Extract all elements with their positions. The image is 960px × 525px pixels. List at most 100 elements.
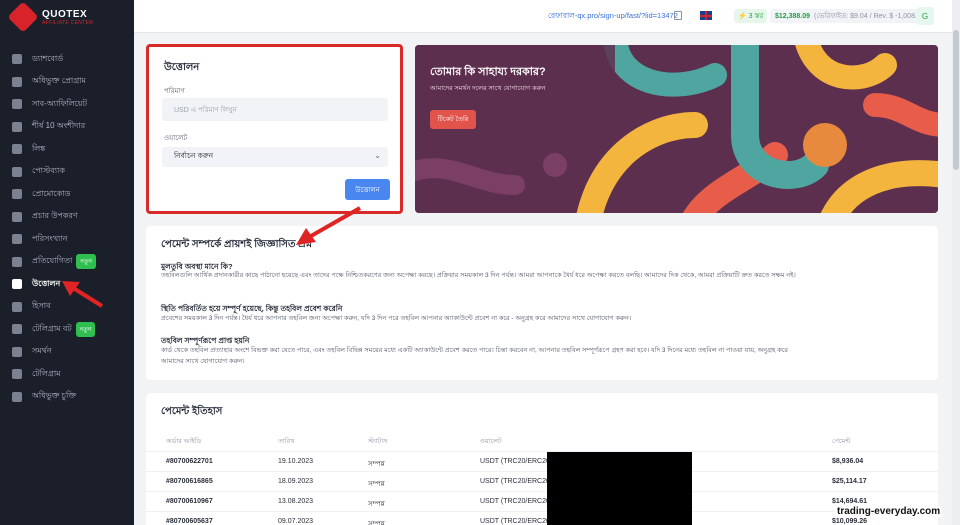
brand-name: QUOTEX: [42, 8, 88, 20]
column-header: পেমেন্ট: [832, 438, 851, 445]
folder-icon: [12, 76, 22, 87]
balance-chip: $12,388.09 (ভেরিফাইড: $9.04 / Rev. $ -1,…: [770, 9, 933, 23]
table-row: #80700622701 19.10.2023 সম্পন্ন USDT (TRC20…: [146, 451, 938, 471]
sidebar-item-label: ড্যাশবোর্ড: [32, 53, 64, 63]
sidebar-item-label: প্রতিযোগিতা: [32, 256, 73, 266]
sidebar-item[interactable]: অধিভুক্ত প্রোগ্রাম: [0, 71, 134, 94]
help-subtitle: আমাদের সমর্থন দলের সাথে যোগাযোগ করুন: [430, 85, 546, 92]
telegram-icon: [12, 369, 22, 380]
cell-amount: $14,694.61: [832, 498, 868, 505]
annotation-arrow: [296, 206, 361, 245]
faq-card: পেমেন্ট সম্পর্কে প্রায়শই জিজ্ঞাসিত প্রশ…: [146, 226, 938, 380]
column-header: ওয়ালেট: [480, 438, 502, 445]
brand-logo[interactable]: QUOTEX AFFILIATE CENTER: [7, 1, 94, 33]
cell-wallet: USDT (TRC20/ERC20):: [480, 458, 555, 465]
sidebar-item[interactable]: অধিভুক্ত চুক্তি: [0, 386, 134, 409]
cell-id: #80700610967: [166, 498, 213, 505]
table-row: #80700616865 18.09.2023 সম্পন্ন USDT (TRC20…: [146, 471, 938, 491]
sidebar-item-label: সাব-অ্যাফিলিয়েট: [32, 98, 87, 108]
avatar[interactable]: G: [916, 7, 934, 25]
chevron-down-icon: ⌄: [374, 151, 381, 160]
sidebar-item[interactable]: সাব-অ্যাফিলিয়েট: [0, 93, 134, 116]
history-title: পেমেন্ট ইতিহাস: [161, 406, 223, 417]
pie-icon: [12, 234, 22, 245]
sidebar-item-label: পরিসংখ্যান: [32, 233, 68, 243]
create-ticket-button[interactable]: টিকেট তৈরি: [430, 110, 476, 129]
cell-status: সম্পন্ন: [368, 461, 385, 468]
wallet-label: ওয়ালেট: [164, 135, 188, 142]
sidebar-item-label: সমর্থন: [32, 346, 52, 356]
table-row: #80700605637 09.07.2023 সম্পন্ন USDT (TRC20…: [146, 511, 938, 525]
sidebar-item-label: শীর্ষ 10 অংশীদার: [32, 121, 86, 131]
sidebar-item[interactable]: টেলিগ্রাম বট নতুন: [0, 318, 134, 341]
cell-amount: $25,114.17: [832, 478, 867, 485]
sidebar-item[interactable]: সমর্থন: [0, 341, 134, 364]
redaction-block: [547, 452, 692, 525]
wallet-select-value: নির্বাচন করুন: [174, 151, 214, 160]
faq-answer: কার্ড থেকে তহবিল প্রত্যাহার অংশে বিভক্ত …: [161, 347, 788, 365]
column-header: স্ট্যাটাস: [368, 438, 388, 445]
cell-date: 09.07.2023: [278, 518, 314, 525]
copy-icon[interactable]: [674, 11, 682, 20]
cell-amount: $8,936.04: [832, 458, 864, 465]
cell-status: সম্পন্ন: [368, 481, 385, 488]
cell-id: #80700616865: [166, 478, 213, 485]
help-banner: তোমার কি সাহায্য দরকার? আমাদের সমর্থন দল…: [415, 45, 938, 213]
sidebar-item[interactable]: ড্যাশবোর্ড: [0, 48, 134, 71]
brand-sub: AFFILIATE CENTER: [42, 19, 94, 26]
cell-wallet: USDT (TRC20/ERC20):: [480, 478, 555, 485]
sidebar-item-label: অধিভুক্ত চুক্তি: [32, 391, 77, 401]
sidebar-item-label: প্রোমোকোড: [32, 188, 71, 198]
balance-detail: (ভেরিফাইড: $9.04 / Rev. $ -1,008.85): [814, 13, 928, 20]
help-title: তোমার কি সাহায্য দরকার?: [430, 66, 546, 78]
logo-icon: [7, 1, 39, 33]
sidebar-item[interactable]: প্রচার উপকরণ: [0, 206, 134, 229]
cell-amount: $10,099.26: [832, 518, 868, 525]
sidebar-item-label: লিঙ্ক: [32, 143, 46, 153]
annotation-arrow: [62, 281, 104, 308]
faq-answer: তহবিলগুলি আর্থিক প্রদানকারীর কাছে পাঠানো…: [161, 272, 796, 279]
sidebar-item[interactable]: প্রতিযোগিতা নতুন: [0, 251, 134, 274]
amount-label: পরিমাণ: [164, 88, 185, 95]
contract-icon: [12, 391, 22, 402]
wallet-select[interactable]: নির্বাচন করুন ⌄: [162, 147, 388, 167]
withdraw-card: উত্তোলন পরিমাণ USD এ পরিমাণ লিখুন ওয়ালে…: [146, 44, 403, 214]
topbar: রেফারাল-qx.pro/sign-up/fast/?lid=13472 ⚡…: [134, 0, 960, 33]
send-icon: [12, 99, 22, 110]
column-header: তারিখ: [278, 438, 295, 445]
sidebar-item[interactable]: লিঙ্ক: [0, 138, 134, 161]
cell-date: 19.10.2023: [278, 458, 314, 465]
payment-history-card: পেমেন্ট ইতিহাস অর্ডার আইডি তারিখ স্ট্যাট…: [146, 393, 938, 525]
sidebar-item[interactable]: প্রোমোকোড: [0, 183, 134, 206]
amount-input[interactable]: USD এ পরিমাণ লিখুন: [162, 98, 388, 121]
headset-icon: [12, 346, 22, 357]
cell-id: #80700605637: [166, 518, 213, 525]
sidebar-menu: ড্যাশবোর্ড অধিভুক্ত প্রোগ্রাম সাব-অ্যাফিলি…: [0, 48, 134, 408]
sidebar-item[interactable]: টেলিগ্রাম: [0, 363, 134, 386]
sidebar-item-label: উত্তোলন: [32, 278, 61, 288]
sidebar: QUOTEX AFFILIATE CENTER ড্যাশবোর্ড অধিভুক…: [0, 0, 134, 525]
table-row: #80700610967 13.08.2023 সম্পন্ন USDT (TRC20…: [146, 491, 938, 511]
referral-link[interactable]: রেফারাল-qx.pro/sign-up/fast/?lid=13472: [548, 11, 678, 23]
withdraw-title: উত্তোলন: [164, 62, 200, 73]
sidebar-item-label: টেলিগ্রাম: [32, 368, 61, 378]
ticket-icon: [12, 189, 22, 200]
cell-wallet: USDT (TRC20/ERC20):: [480, 498, 555, 505]
scrollbar[interactable]: [952, 0, 960, 525]
trophy-icon: [12, 256, 22, 267]
sidebar-item[interactable]: পরিসংখ্যান: [0, 228, 134, 251]
sidebar-item[interactable]: শীর্ষ 10 অংশীদার: [0, 116, 134, 139]
grid-icon: [12, 54, 22, 65]
sidebar-item-label: হিসাব: [32, 301, 51, 311]
sidebar-item-label: পোস্টব্যাক: [32, 166, 65, 176]
bot-icon: [12, 324, 22, 335]
new-badge: নতুন: [75, 321, 96, 337]
uk-flag-icon[interactable]: [700, 11, 712, 20]
cube-icon: [12, 166, 22, 177]
cell-date: 13.08.2023: [278, 498, 314, 505]
watermark: trading-everyday.com: [835, 506, 943, 517]
sidebar-item[interactable]: পোস্টব্যাক: [0, 161, 134, 184]
scroll-thumb[interactable]: [953, 30, 959, 170]
withdraw-button[interactable]: উত্তোলন: [345, 179, 390, 200]
cell-date: 18.09.2023: [278, 478, 314, 485]
